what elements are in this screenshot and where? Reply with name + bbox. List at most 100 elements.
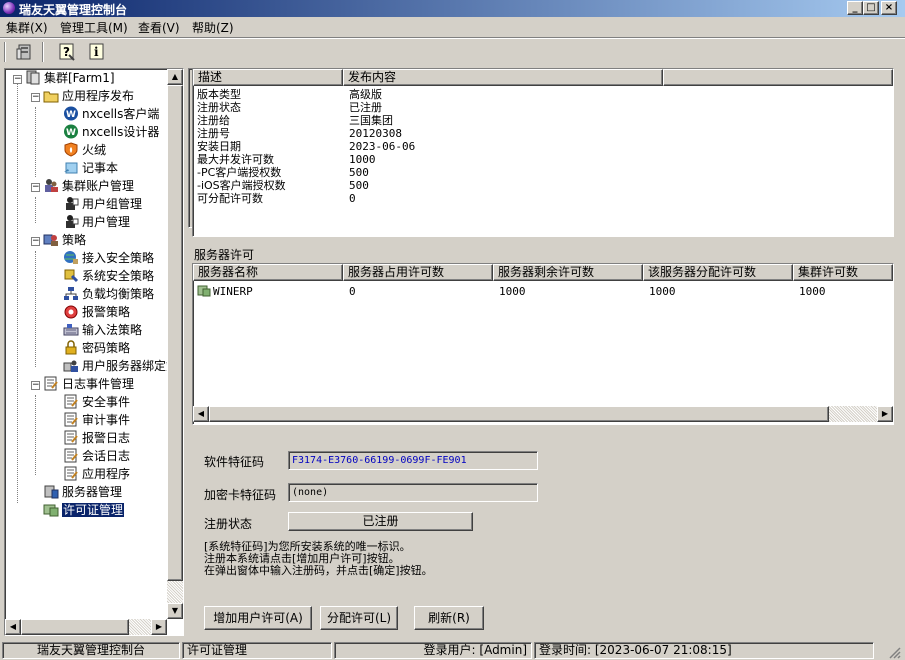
server-license-title: 服务器许可 xyxy=(194,248,255,262)
collapse-root[interactable]: − xyxy=(13,75,22,84)
server-license-list[interactable]: 服务器名称 服务器占用许可数 服务器剩余许可数 该服务器分配许可数 集群许可数 … xyxy=(192,263,894,425)
collapse-accounts[interactable]: − xyxy=(31,183,40,192)
minimize-button[interactable]: _ xyxy=(847,1,863,15)
tree-item-huorong[interactable]: 火绒 xyxy=(63,142,106,159)
menu-view[interactable]: 查看(V) xyxy=(138,19,180,36)
info-row-label: 版本类型 xyxy=(197,88,241,101)
info-row-value: 0 xyxy=(349,192,356,205)
menu-help[interactable]: 帮助(Z) xyxy=(192,19,234,36)
column-header-used-licenses[interactable]: 服务器占用许可数 xyxy=(343,264,493,281)
collapse-app-publish[interactable]: − xyxy=(31,93,40,102)
software-code-field[interactable]: F3174-E3760-66199-0699F-FE901 xyxy=(288,451,538,470)
tree-item-system-policy[interactable]: 系统安全策略 xyxy=(63,268,154,285)
tree-item-security-events[interactable]: 安全事件 xyxy=(63,394,130,411)
tree-item-users[interactable]: 用户管理 xyxy=(63,214,130,231)
server-farm-icon xyxy=(25,70,41,85)
server-icon[interactable] xyxy=(14,41,36,63)
column-header-empty[interactable] xyxy=(663,69,893,86)
help-icon[interactable]: ? xyxy=(56,41,78,63)
user-server-icon xyxy=(63,358,79,373)
tree-item-license-management[interactable]: 许可证管理 xyxy=(43,502,126,519)
collapse-logs[interactable]: − xyxy=(31,381,40,390)
info-row-label: 可分配许可数 xyxy=(197,192,263,205)
maximize-button[interactable]: □ xyxy=(863,1,879,15)
tree-item-ime-policy[interactable]: 输入法策略 xyxy=(63,322,142,339)
reg-status-label: 注册状态 xyxy=(204,517,253,531)
column-header-remaining-licenses[interactable]: 服务器剩余许可数 xyxy=(493,264,643,281)
tree-item-policies[interactable]: 策略 xyxy=(43,232,86,249)
info-note-line: 在弹出窗体中输入注册码，并点击[确定]按钮。 xyxy=(204,564,433,577)
info-row-value: 高级版 xyxy=(349,88,382,101)
tree-item-application-log[interactable]: 应用程序 xyxy=(63,466,130,483)
tree-item-session-log[interactable]: 会话日志 xyxy=(63,448,130,465)
list-horizontal-scroll-thumb[interactable] xyxy=(209,406,829,422)
tree-item-nxcells-client[interactable]: Wnxcells客户端 xyxy=(63,106,159,123)
menu-admin-tools[interactable]: 管理工具(M) xyxy=(60,19,128,36)
info-icon[interactable]: i xyxy=(86,41,108,63)
tree-scroll-down-button[interactable]: ▼ xyxy=(167,603,183,619)
tree-item-app-publish[interactable]: 应用程序发布 xyxy=(43,88,134,105)
folder-icon xyxy=(43,88,59,103)
info-row-label: -PC客户端授权数 xyxy=(197,166,282,179)
tree-item-cluster[interactable]: 集群[Farm1] xyxy=(25,70,115,87)
tree-vertical-scroll-thumb[interactable] xyxy=(167,85,183,581)
tree-scroll-up-button[interactable]: ▲ xyxy=(167,69,183,85)
info-row-label: 注册给 xyxy=(197,114,230,127)
tree-item-password-policy[interactable]: 密码策略 xyxy=(63,340,130,357)
refresh-button[interactable]: 刷新(R) xyxy=(414,606,484,630)
toolbar: ? i xyxy=(0,37,905,65)
policy-icon xyxy=(43,232,59,247)
tree-item-access-policy[interactable]: 接入安全策略 xyxy=(63,250,154,267)
close-button[interactable]: × xyxy=(881,1,897,15)
tree-item-load-balance-policy[interactable]: 负载均衡策略 xyxy=(63,286,154,303)
reg-status-field: 已注册 xyxy=(288,512,473,531)
title-bar[interactable]: 瑞友天翼管理控制台 _ □ × xyxy=(0,0,905,17)
list-scroll-right-button[interactable]: ▶ xyxy=(877,406,893,422)
tree-item-notepad[interactable]: 记事本 xyxy=(63,160,118,177)
info-row-value: 1000 xyxy=(349,153,376,166)
keyboard-icon xyxy=(63,322,79,337)
server-icon xyxy=(43,484,59,499)
svg-text:W: W xyxy=(66,128,76,138)
column-header-server-name[interactable]: 服务器名称 xyxy=(193,264,343,281)
navigation-tree[interactable]: − 集群[Farm1] − 应用程序发布 Wnxcells客户端 Wnxcell… xyxy=(4,68,184,636)
info-row-value: 已注册 xyxy=(349,101,382,114)
document-icon xyxy=(63,412,79,427)
column-header-assigned-licenses[interactable]: 该服务器分配许可数 xyxy=(643,264,793,281)
tree-horizontal-scroll-thumb[interactable] xyxy=(21,619,129,635)
server-name-cell: WINERP xyxy=(213,285,253,298)
collapse-policies[interactable]: − xyxy=(31,237,40,246)
list-scroll-left-button[interactable]: ◀ xyxy=(193,406,209,422)
column-header-content[interactable]: 发布内容 xyxy=(343,69,663,86)
tree-scroll-right-button[interactable]: ▶ xyxy=(151,619,167,635)
svg-text:?: ? xyxy=(63,45,70,59)
tree-scroll-left-button[interactable]: ◀ xyxy=(5,619,21,635)
tree-item-nxcells-designer[interactable]: Wnxcells设计器 xyxy=(63,124,159,141)
info-row-value: 500 xyxy=(349,179,369,192)
card-code-label: 加密卡特征码 xyxy=(204,488,277,502)
tree-item-audit-events[interactable]: 审计事件 xyxy=(63,412,130,429)
assign-license-button[interactable]: 分配许可(L) xyxy=(320,606,398,630)
info-row-value: 三国集团 xyxy=(349,114,393,127)
tree-item-alarm-log[interactable]: 报警日志 xyxy=(63,430,130,447)
tree-item-accounts[interactable]: 集群账户管理 xyxy=(43,178,134,195)
tree-item-user-server-binding[interactable]: 用户服务器绑定策 xyxy=(63,358,178,375)
column-header-description[interactable]: 描述 xyxy=(193,69,343,86)
tree-line xyxy=(35,395,36,475)
tree-item-logs[interactable]: 日志事件管理 xyxy=(43,376,134,393)
table-row[interactable]: WINERP xyxy=(197,285,253,298)
tree-item-alarm-policy[interactable]: 报警策略 xyxy=(63,304,130,321)
resize-grip-icon[interactable] xyxy=(876,642,903,659)
shield-icon xyxy=(63,142,79,157)
add-user-license-button[interactable]: 增加用户许可(A) xyxy=(204,606,312,630)
menu-cluster[interactable]: 集群(X) xyxy=(6,19,48,36)
tree-item-server-management[interactable]: 服务器管理 xyxy=(43,484,122,501)
status-login-time: 登录时间: [2023-06-07 21:08:15] xyxy=(534,642,874,659)
license-info-list[interactable]: 描述 发布内容 版本类型 高级版 注册状态 已注册 注册给 三国集团 注册号 2… xyxy=(192,68,894,237)
document-icon xyxy=(63,466,79,481)
card-code-field[interactable]: (none) xyxy=(288,483,538,502)
globe-icon xyxy=(63,250,79,265)
column-header-cluster-licenses[interactable]: 集群许可数 xyxy=(793,264,893,281)
tree-item-user-groups[interactable]: 用户组管理 xyxy=(63,196,142,213)
tree-line xyxy=(17,83,18,503)
